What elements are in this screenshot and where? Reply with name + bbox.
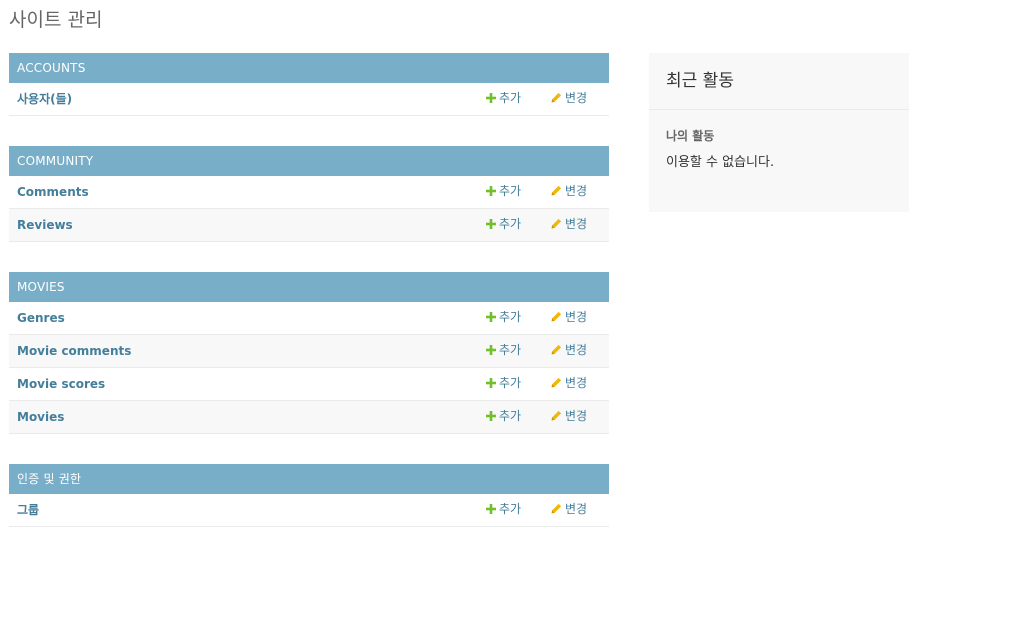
add-link[interactable]: 추가	[486, 302, 521, 332]
change-label: 변경	[565, 184, 588, 198]
add-link[interactable]: 추가	[486, 401, 521, 431]
model-row: 사용자(들) 추가 변경	[9, 83, 609, 116]
model-row: Genres 추가 변경	[9, 302, 609, 335]
add-link[interactable]: 추가	[486, 335, 521, 365]
model-row: 그룹 추가 변경	[9, 494, 609, 527]
app-caption[interactable]: ACCOUNTS	[9, 53, 609, 83]
change-label: 변경	[565, 409, 588, 423]
model-link[interactable]: Movies	[17, 401, 64, 433]
page-title: 사이트 관리	[9, 9, 103, 31]
model-row: Reviews 추가 변경	[9, 209, 609, 242]
pencil-icon	[551, 410, 562, 421]
recent-actions-title: 최근 활동	[649, 53, 909, 110]
change-link[interactable]: 변경	[551, 176, 587, 206]
my-actions-subtitle: 나의 활동	[666, 129, 715, 143]
app-module: MOVIES Genres 추가 변경 Movie comments 추가 변경 Movie …	[9, 272, 609, 434]
model-link[interactable]: 그룹	[17, 494, 39, 526]
model-row: Movie scores 추가 변경	[9, 368, 609, 401]
pencil-icon	[551, 218, 562, 229]
add-label: 추가	[499, 91, 522, 105]
pencil-icon	[551, 92, 562, 103]
add-link[interactable]: 추가	[486, 494, 521, 524]
add-link[interactable]: 추가	[486, 209, 521, 239]
app-list: ACCOUNTS 사용자(들) 추가 변경 COMMUNITY Comments 추가 변경 R…	[9, 53, 609, 557]
model-link[interactable]: Reviews	[17, 209, 73, 241]
model-row: Movie comments 추가 변경	[9, 335, 609, 368]
plus-icon	[486, 410, 496, 421]
change-label: 변경	[565, 376, 588, 390]
recent-actions-panel: 최근 활동 나의 활동 이용할 수 없습니다.	[649, 53, 909, 212]
plus-icon	[486, 344, 496, 355]
add-label: 추가	[499, 376, 522, 390]
add-link[interactable]: 추가	[486, 83, 521, 113]
model-row: Comments 추가 변경	[9, 176, 609, 209]
pencil-icon	[551, 377, 562, 388]
pencil-icon	[551, 311, 562, 322]
app-module: COMMUNITY Comments 추가 변경 Reviews 추가 변경	[9, 146, 609, 242]
plus-icon	[486, 185, 496, 196]
plus-icon	[486, 92, 496, 103]
model-link[interactable]: Comments	[17, 176, 89, 208]
change-link[interactable]: 변경	[551, 368, 587, 398]
change-label: 변경	[565, 217, 588, 231]
no-actions-text: 이용할 수 없습니다.	[666, 155, 775, 170]
app-caption[interactable]: COMMUNITY	[9, 146, 609, 176]
plus-icon	[486, 218, 496, 229]
add-link[interactable]: 추가	[486, 368, 521, 398]
add-label: 추가	[499, 310, 522, 324]
change-link[interactable]: 변경	[551, 401, 587, 431]
model-link[interactable]: Movie comments	[17, 335, 131, 367]
app-caption[interactable]: 인증 및 권한	[9, 464, 609, 494]
plus-icon	[486, 311, 496, 322]
model-link[interactable]: 사용자(들)	[17, 83, 72, 115]
model-link[interactable]: Genres	[17, 302, 65, 334]
change-link[interactable]: 변경	[551, 209, 587, 239]
add-label: 추가	[499, 502, 522, 516]
model-link[interactable]: Movie scores	[17, 368, 105, 400]
model-row: Movies 추가 변경	[9, 401, 609, 434]
pencil-icon	[551, 344, 562, 355]
admin-page: 사이트 관리 ACCOUNTS 사용자(들) 추가 변경 COMMUNITY Commen…	[0, 0, 1028, 623]
app-module: 인증 및 권한 그룹 추가 변경	[9, 464, 609, 527]
add-label: 추가	[499, 184, 522, 198]
change-link[interactable]: 변경	[551, 83, 587, 113]
change-label: 변경	[565, 343, 588, 357]
change-label: 변경	[565, 91, 588, 105]
add-link[interactable]: 추가	[486, 176, 521, 206]
add-label: 추가	[499, 217, 522, 231]
change-label: 변경	[565, 310, 588, 324]
app-module: ACCOUNTS 사용자(들) 추가 변경	[9, 53, 609, 116]
pencil-icon	[551, 503, 562, 514]
add-label: 추가	[499, 343, 522, 357]
add-label: 추가	[499, 409, 522, 423]
change-link[interactable]: 변경	[551, 494, 587, 524]
app-caption[interactable]: MOVIES	[9, 272, 609, 302]
plus-icon	[486, 377, 496, 388]
pencil-icon	[551, 185, 562, 196]
change-link[interactable]: 변경	[551, 335, 587, 365]
change-label: 변경	[565, 502, 588, 516]
plus-icon	[486, 503, 496, 514]
change-link[interactable]: 변경	[551, 302, 587, 332]
